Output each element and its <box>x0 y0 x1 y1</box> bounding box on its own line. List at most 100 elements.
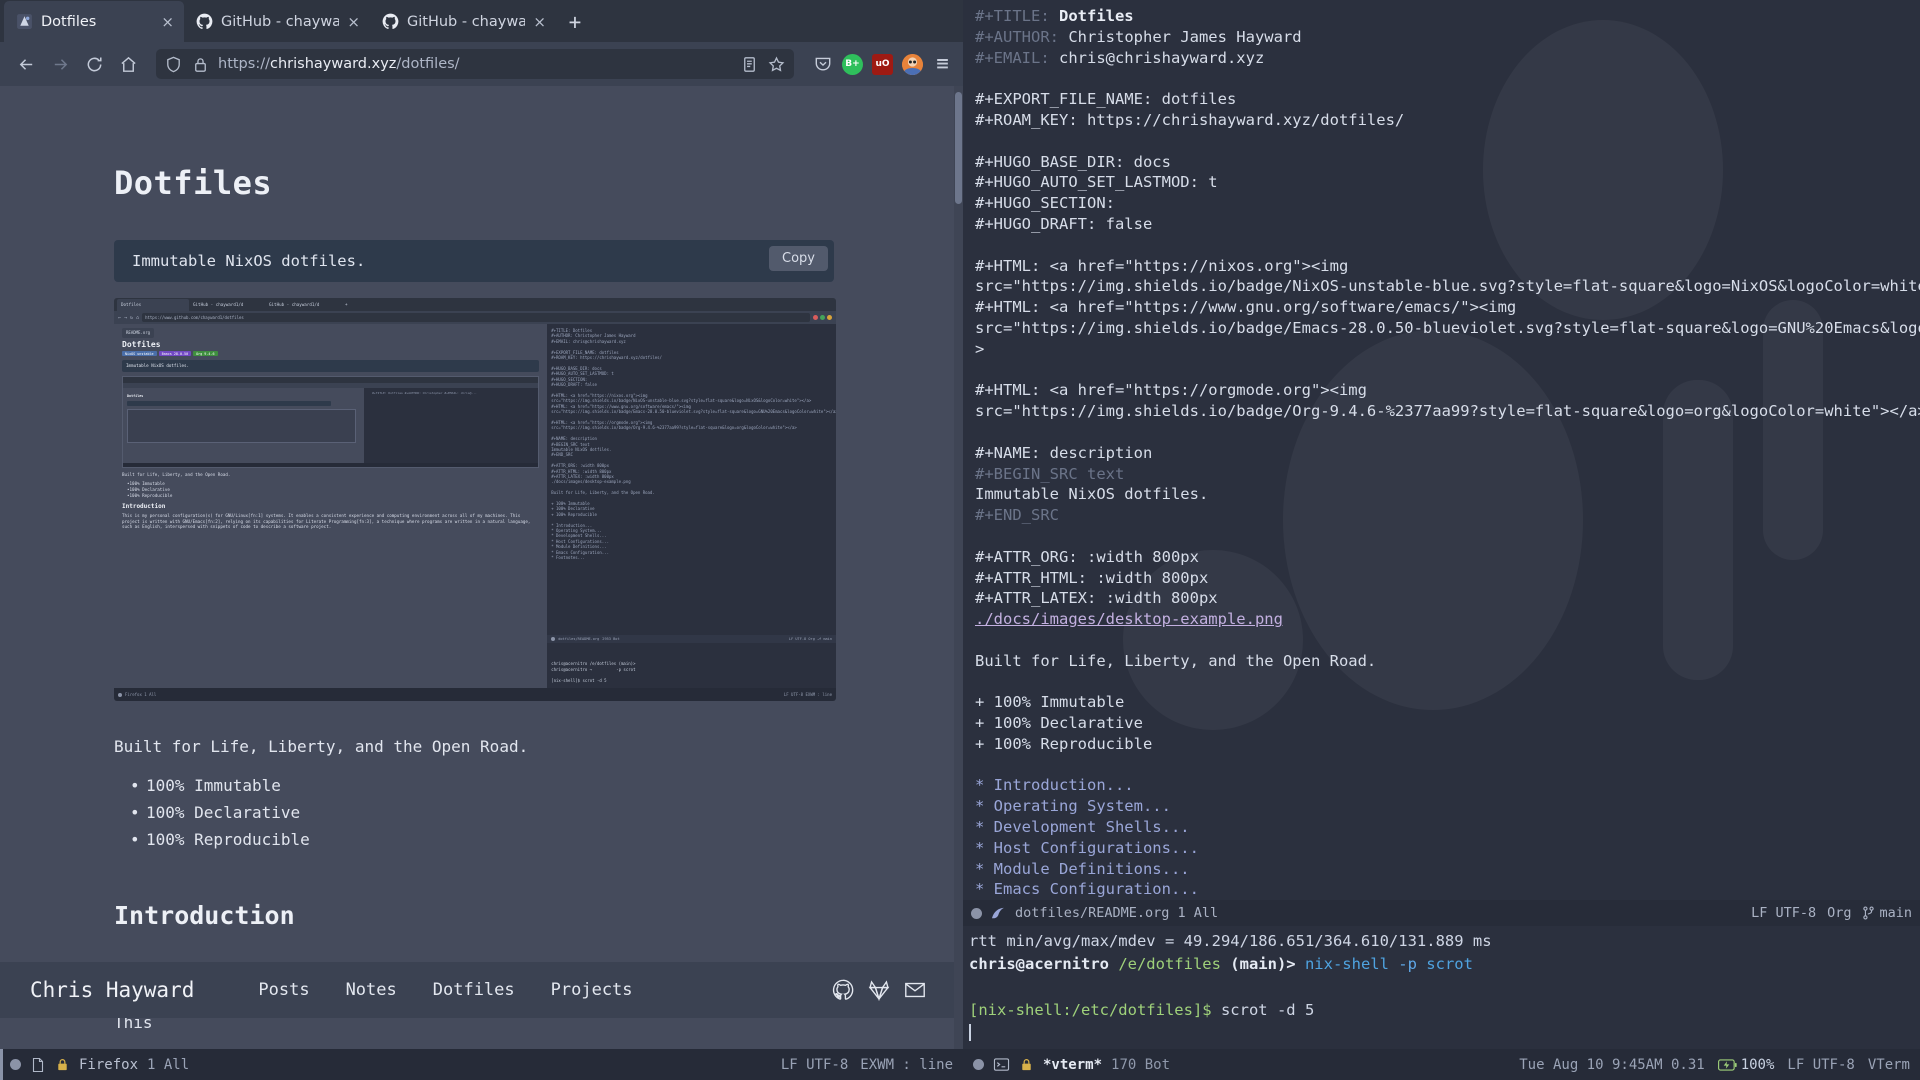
emacs-encoding: LF UTF-8 <box>1751 905 1817 921</box>
org-heading-line: * Emacs Configuration... <box>975 879 1920 900</box>
emacs-vterm-buffer[interactable]: rtt min/avg/max/mdev = 49.294/186.651/36… <box>963 926 1920 1049</box>
battery-percent: 100% <box>1740 1056 1775 1073</box>
back-button[interactable] <box>10 48 42 80</box>
site-brand[interactable]: Chris Hayward <box>30 978 194 1002</box>
org-text-line: Immutable NixOS dotfiles. <box>975 485 1209 504</box>
vterm-command-flag: -p <box>1388 955 1417 973</box>
org-text-line: #+ATTR_LATEX: :width 800px <box>975 589 1218 608</box>
browser-tab-0[interactable]: Dotfiles × <box>4 1 184 42</box>
vterm-line-ping: rtt min/avg/max/mdev = 49.294/186.651/36… <box>969 932 1492 950</box>
gitlab-icon[interactable] <box>868 979 890 1001</box>
page-scrollbar-thumb[interactable] <box>955 92 962 204</box>
address-bar[interactable]: https://chrishayward.xyz/dotfiles/ <box>156 49 794 79</box>
vterm-prompt-path: /e/dotfiles <box>1108 955 1221 973</box>
thumb-tab-0: Dotfiles <box>117 299 189 311</box>
exwm-left-modeline: Firefox 1 All LF UTF-8 EXWM : line <box>0 1049 963 1080</box>
org-text-line: #+HUGO_DRAFT: false <box>975 214 1153 233</box>
thumb-status-bar: Firefox 1 All LF UTF-8 EXWM : line <box>114 688 836 701</box>
org-blank-line <box>975 68 1920 89</box>
thumb-status-left: Firefox 1 All <box>125 691 157 697</box>
thumb-code: Immutable NixOS dotfiles. <box>122 360 540 372</box>
reader-view-icon[interactable] <box>740 55 759 74</box>
footer-link-posts[interactable]: Posts <box>258 980 309 1000</box>
status-major-mode: VTerm <box>1867 1056 1910 1073</box>
feature-bullets: 100% Immutable 100% Declarative 100% Rep… <box>114 776 963 849</box>
org-text-line: #+NAME: description <box>975 443 1153 462</box>
emacs-major-mode: Org <box>1827 905 1852 921</box>
ublock-origin-icon[interactable]: uO <box>872 53 893 75</box>
thumb-emacs-org: #+TITLE: Dotfiles #+AUTHOR: Christopher … <box>547 324 836 688</box>
exwm-position: 1 All <box>147 1056 190 1073</box>
org-keyword-value: chris@chrishayward.xyz <box>1049 48 1265 67</box>
description-code-block: Immutable NixOS dotfiles. Copy <box>114 240 834 282</box>
vterm-nixshell-command: scrot -d 5 <box>1211 1001 1315 1019</box>
org-text-line: #+HUGO_AUTO_SET_LASTMOD: t <box>975 173 1218 192</box>
org-heading[interactable]: * Module Definitions... <box>975 860 1190 878</box>
org-text-line: src="https://img.shields.io/badge/Org-9.… <box>975 402 1920 421</box>
emacs-org-buffer[interactable]: #+TITLE: Dotfiles #+AUTHOR: Christopher J… <box>963 0 1920 900</box>
new-tab-button[interactable]: + <box>556 1 594 42</box>
footer-link-notes[interactable]: Notes <box>346 980 397 1000</box>
footer-link-projects[interactable]: Projects <box>551 980 633 1000</box>
org-heading[interactable]: * Operating System... <box>975 797 1171 815</box>
home-button[interactable] <box>112 48 144 80</box>
github-favicon-icon <box>382 13 399 29</box>
browser-tab-1[interactable]: GitHub - chayward1/dotfi × <box>184 1 370 42</box>
thumb-badge-0: NixOS unstable <box>122 351 157 356</box>
browser-tab-close-icon[interactable]: × <box>533 13 546 31</box>
account-avatar-icon[interactable] <box>902 53 923 75</box>
ublock-label: uO <box>875 59 890 69</box>
padlock-icon[interactable] <box>191 55 210 74</box>
bitwarden-label: B+ <box>845 59 860 69</box>
footer-link-dotfiles[interactable]: Dotfiles <box>433 980 515 1000</box>
desktop-example-screenshot: Dotfiles GitHub - chayward1/d GitHub - c… <box>114 298 836 701</box>
thumb-url: https://www.github.com/chayward1/dotfile… <box>142 313 810 322</box>
org-text-line: + 100% Declarative <box>975 714 1143 733</box>
feature-bullet: 100% Immutable <box>130 776 963 795</box>
org-text-line: + 100% Immutable <box>975 693 1125 712</box>
org-heading[interactable]: * Introduction... <box>975 776 1134 794</box>
vterm-command-name: nix-shell <box>1295 955 1389 973</box>
bitwarden-icon[interactable]: B+ <box>842 53 863 75</box>
feature-bullet: 100% Declarative <box>130 803 963 822</box>
email-icon[interactable] <box>904 979 926 1001</box>
org-keyword: #+BEGIN_SRC text <box>975 464 1125 483</box>
app-menu-icon[interactable]: ≡ <box>932 54 953 75</box>
browser-tab-2[interactable]: GitHub - chayward1/dotfi × <box>370 1 556 42</box>
battery-charging-icon <box>1717 1058 1737 1071</box>
thumb-newtab: + <box>345 302 348 307</box>
github-icon[interactable] <box>832 979 854 1001</box>
page-scrollbar[interactable] <box>954 86 963 1049</box>
modeline-accent-bar <box>0 1049 3 1080</box>
org-image-link[interactable]: ./docs/images/desktop-example.png <box>975 610 1283 628</box>
org-heading[interactable]: * Host Configurations... <box>975 839 1199 857</box>
org-text-line: #+HUGO_BASE_DIR: docs <box>975 152 1171 171</box>
org-blank-line <box>975 422 1920 443</box>
bookmark-star-icon[interactable] <box>767 55 786 74</box>
thumb-tab-1: GitHub - chayward1/d <box>193 302 244 307</box>
thumb-nav-bar: ← → ↻ ⌂ https://www.github.com/chayward1… <box>114 311 836 324</box>
browser-tab-close-icon[interactable]: × <box>347 13 360 31</box>
section-heading-introduction: Introduction <box>114 901 295 931</box>
forward-button[interactable] <box>44 48 76 80</box>
github-favicon-icon <box>196 13 213 29</box>
org-heading[interactable]: * Emacs Configuration... <box>975 880 1199 898</box>
thumb-inner-image: Dotfiles #+TITLE: Dotfiles #+AUTHOR: Chr… <box>122 376 540 468</box>
org-text-line: #+ATTR_HTML: :width 800px <box>975 568 1209 587</box>
tracking-protection-shield-icon[interactable] <box>164 55 183 74</box>
pocket-icon[interactable] <box>812 54 833 75</box>
org-text-line: src="https://img.shields.io/badge/Emacs-… <box>975 318 1920 337</box>
thumb-modeline-right: LF UTF-8 Org ⎇ main <box>788 637 832 641</box>
thumb-tab-2: GitHub - chayward1/d <box>269 302 320 307</box>
web-page: Dotfiles Immutable NixOS dotfiles. Copy … <box>0 164 963 1034</box>
copy-button[interactable]: Copy <box>769 246 828 271</box>
org-link-line: ./docs/images/desktop-example.png <box>975 609 1920 630</box>
org-heading[interactable]: * Development Shells... <box>975 818 1190 836</box>
org-heading-line: * Host Configurations... <box>975 838 1920 859</box>
reload-button[interactable] <box>78 48 110 80</box>
browser-tab-close-icon[interactable]: × <box>161 13 174 31</box>
org-blank-line <box>975 360 1920 381</box>
lock-icon <box>58 1059 67 1071</box>
browser-tab-label: GitHub - chayward1/dotfi <box>221 13 340 30</box>
thumb-modeline-pos: 2953 Bot <box>602 637 620 641</box>
